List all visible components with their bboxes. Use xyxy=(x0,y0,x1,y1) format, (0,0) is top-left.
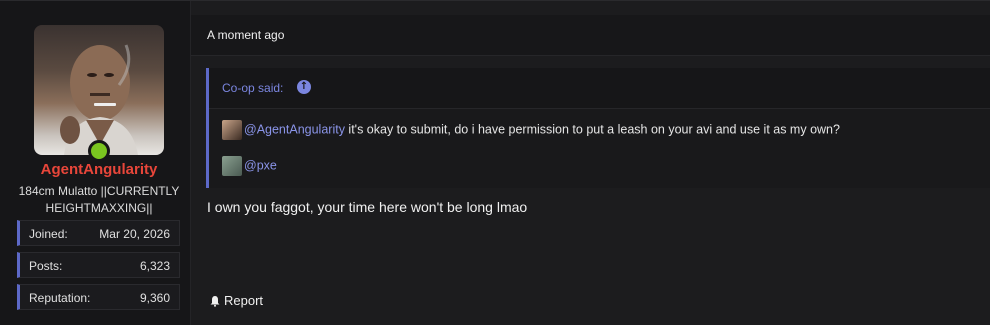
arrow-up-circle-icon[interactable]: ↑ xyxy=(297,80,311,94)
quote-text: it's okay to submit, do i have permissio… xyxy=(344,122,840,137)
quote-line-2: @pxe xyxy=(222,156,277,176)
online-status-icon xyxy=(88,140,110,162)
report-button[interactable]: Report xyxy=(209,293,263,308)
mention-link[interactable]: @pxe xyxy=(244,158,277,172)
quote-header: Co-op said: ↑ xyxy=(209,68,990,109)
report-label: Report xyxy=(224,293,264,308)
quote-block: Co-op said: ↑ @AgentAngularity it's okay… xyxy=(206,68,990,188)
stat-joined: Joined: Mar 20, 2026 xyxy=(17,220,180,246)
stat-reputation: Reputation: 9,360 xyxy=(17,284,180,310)
stat-value: 9,360 xyxy=(139,291,170,305)
post-body: I own you faggot, your time here won't b… xyxy=(207,199,528,215)
post-header: A moment ago xyxy=(191,15,990,56)
stat-label: Posts: xyxy=(29,259,63,273)
post-timestamp[interactable]: A moment ago xyxy=(207,28,284,42)
avatar-image[interactable] xyxy=(34,25,164,155)
stat-label: Reputation: xyxy=(29,291,91,305)
user-avatar[interactable] xyxy=(34,25,164,162)
stat-value: Mar 20, 2026 xyxy=(99,227,170,241)
post-content: A moment ago Co-op said: ↑ @AgentAngular… xyxy=(191,1,990,325)
user-sidebar: AgentAngularity 184cm Mulatto ||CURRENTL… xyxy=(0,1,191,325)
stat-posts: Posts: 6,323 xyxy=(17,252,180,278)
username[interactable]: AgentAngularity xyxy=(0,161,198,178)
mini-avatar[interactable] xyxy=(222,156,242,176)
post-container: AgentAngularity 184cm Mulatto ||CURRENTL… xyxy=(0,0,990,325)
stat-value: 6,323 xyxy=(139,259,170,273)
mention-link[interactable]: @AgentAngularity xyxy=(244,122,345,136)
quote-author[interactable]: Co-op said: xyxy=(222,81,283,95)
stat-label: Joined: xyxy=(29,227,68,241)
mini-avatar[interactable] xyxy=(222,120,242,140)
bell-icon xyxy=(210,295,220,307)
user-title: 184cm Mulatto ||CURRENTLY HEIGHTMAXXING|… xyxy=(18,184,180,215)
quote-line-1: @AgentAngularity it's okay to submit, do… xyxy=(222,120,840,140)
